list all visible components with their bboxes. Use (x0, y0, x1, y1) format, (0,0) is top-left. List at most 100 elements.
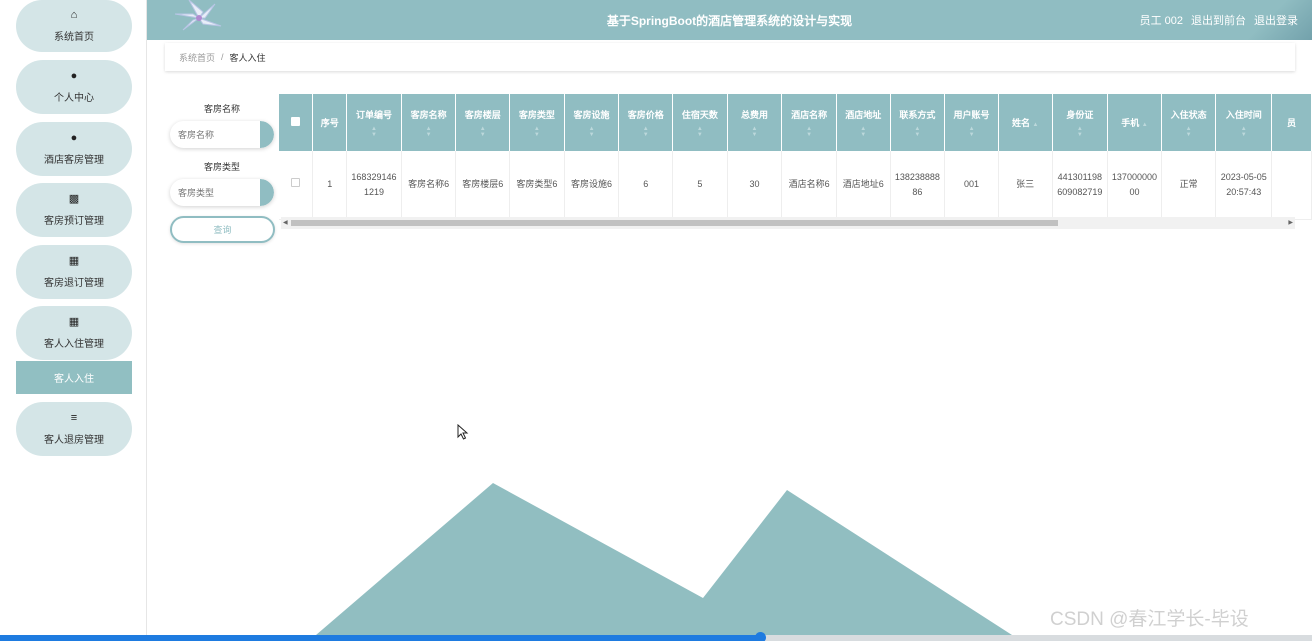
sidebar-item-label: 客人入住管理 (44, 339, 104, 350)
column-header[interactable]: 客房设施 ▲ ▼ (564, 94, 620, 151)
table-cell: 13823888886 (890, 151, 946, 220)
sort-icon[interactable]: ▲ (1142, 122, 1148, 128)
room-type-field[interactable] (170, 179, 274, 206)
sort-icon[interactable]: ▲ ▼ (730, 126, 780, 138)
sort-icon[interactable]: ▲ ▼ (621, 126, 670, 138)
column-header[interactable]: 用户账号 ▲ ▼ (944, 94, 999, 151)
progress-knob[interactable] (754, 632, 766, 641)
sidebar-item-booking[interactable]: ▩ 客房预订管理 (16, 183, 132, 237)
sidebar-item-checkin-mgmt[interactable]: ▦ 客人入住管理 (16, 306, 132, 360)
grid-icon: ▦ (68, 316, 80, 328)
breadcrumb-home[interactable]: 系统首页 (179, 51, 215, 64)
room-name-field[interactable] (170, 121, 274, 148)
table-cell: 客房类型6 (509, 151, 565, 220)
column-header[interactable]: 订单编号 ▲ ▼ (346, 94, 402, 151)
briefcase-icon: ▩ (68, 193, 80, 205)
column-header[interactable]: 联系方式 ▲ ▼ (890, 94, 946, 151)
sort-icon[interactable]: ▲ ▼ (1055, 126, 1106, 138)
column-header[interactable]: 手机 ▲ (1107, 94, 1162, 151)
table-cell (1271, 151, 1312, 220)
table-horizontal-scrollbar[interactable]: ◀ ▶ (281, 217, 1295, 229)
select-all-cell[interactable] (279, 94, 314, 151)
scroll-left-icon[interactable]: ◀ (283, 219, 288, 226)
user-icon: ● (70, 70, 78, 82)
row-checkbox[interactable] (291, 178, 301, 188)
logout-link[interactable]: 退出登录 (1254, 12, 1298, 28)
sort-icon[interactable]: ▲ ▼ (512, 126, 562, 138)
sidebar-item-label: 客房退订管理 (44, 278, 104, 289)
sort-icon[interactable]: ▲ ▼ (839, 126, 888, 138)
column-header[interactable]: 身份证 ▲ ▼ (1052, 94, 1109, 151)
top-header: 基于SpringBoot的酒店管理系统的设计与实现 员工 002 退出到前台 退… (147, 0, 1312, 40)
sidebar-item-label: 酒店客房管理 (44, 155, 104, 166)
row-select-cell[interactable] (279, 151, 314, 220)
column-header[interactable]: 入住时间 ▲ ▼ (1215, 94, 1273, 151)
sort-icon[interactable]: ▲ ▼ (947, 126, 996, 138)
table-cell: 441301198609082719 (1052, 151, 1109, 220)
column-header[interactable]: 总费用 ▲ ▼ (727, 94, 783, 151)
table-cell: 6 (618, 151, 674, 220)
query-button[interactable]: 查询 (170, 216, 275, 243)
column-header[interactable]: 住宿天数 ▲ ▼ (672, 94, 728, 151)
column-header[interactable]: 客房楼层 ▲ ▼ (455, 94, 511, 151)
table-cell: 1 (312, 151, 348, 220)
scrollbar-thumb[interactable] (291, 220, 1058, 226)
progress-fill (0, 635, 761, 641)
column-header[interactable]: 客房类型 ▲ ▼ (509, 94, 565, 151)
room-type-label: 客房类型 (203, 162, 240, 172)
sort-icon[interactable]: ▲ (1032, 122, 1038, 128)
video-progress-bar[interactable] (0, 632, 1312, 641)
sidebar-item-checkout[interactable]: ≡ 客人退房管理 (16, 402, 132, 456)
watermark: CSDN @春江学长-毕设 (1050, 609, 1249, 630)
column-header[interactable]: 客房名称 ▲ ▼ (401, 94, 457, 151)
scroll-right-icon[interactable]: ▶ (1288, 219, 1293, 226)
sort-icon[interactable]: ▲ ▼ (567, 126, 617, 138)
mountain-background (316, 483, 1012, 635)
sidebar-item-label: 系统首页 (54, 32, 94, 43)
sort-icon[interactable]: ▲ ▼ (675, 126, 725, 138)
sidebar-item-cancel[interactable]: ▦ 客房退订管理 (16, 245, 132, 299)
sort-icon[interactable]: ▲ ▼ (1164, 126, 1214, 138)
table-cell: 酒店名称6 (781, 151, 837, 220)
input-cap (260, 121, 274, 148)
sort-icon[interactable]: ▲ ▼ (893, 126, 943, 138)
front-page-link[interactable]: 退出到前台 (1191, 12, 1246, 28)
sort-icon[interactable]: ▲ ▼ (404, 126, 454, 138)
column-header: 员 (1271, 94, 1312, 151)
sidebar-item-profile[interactable]: ● 个人中心 (16, 60, 132, 114)
column-header[interactable]: 酒店名称 ▲ ▼ (781, 94, 837, 151)
sidebar-item-label: 个人中心 (54, 93, 94, 104)
home-icon: ⌂ (70, 9, 78, 21)
column-header[interactable]: 姓名 ▲ (998, 94, 1053, 151)
table-header-row: 序号 订单编号 ▲ ▼ 客房名称 ▲ ▼ 客房楼层 ▲ ▼ 客房类型 ▲ ▼ 客房设施 ▲ ▼ 客房… (279, 94, 1312, 151)
sidebar-item-rooms[interactable]: ● 酒店客房管理 (16, 122, 132, 176)
sort-icon[interactable]: ▲ ▼ (784, 126, 834, 138)
sidebar-subitem-checkin[interactable]: 客人入住 (16, 361, 132, 394)
page-title: 基于SpringBoot的酒店管理系统的设计与实现 (606, 14, 853, 28)
table-cell: 30 (727, 151, 783, 220)
header-user-links: 员工 002 退出到前台 退出登录 (1140, 12, 1298, 28)
room-name-label: 客房名称 (203, 104, 240, 114)
sort-icon[interactable]: ▲ ▼ (349, 126, 399, 138)
room-name-input[interactable] (170, 121, 260, 148)
breadcrumb-separator: / (221, 52, 224, 62)
sidebar-item-home[interactable]: ⌂ 系统首页 (16, 0, 132, 52)
column-header[interactable]: 入住状态 ▲ ▼ (1161, 94, 1217, 151)
table-cell: 13700000000 (1107, 151, 1162, 220)
sidebar: ⌂ 系统首页 ● 个人中心 ● 酒店客房管理 ▩ 客房预订管理 ▦ 客房退订管理… (0, 0, 147, 641)
checkin-table: 序号 订单编号 ▲ ▼ 客房名称 ▲ ▼ 客房楼层 ▲ ▼ 客房类型 ▲ ▼ 客房设施 ▲ ▼ 客房… (279, 94, 1312, 220)
mouse-cursor-icon (457, 424, 469, 440)
room-type-input[interactable] (170, 179, 260, 206)
table-cell: 5 (672, 151, 728, 220)
sort-icon[interactable]: ▲ ▼ (458, 126, 507, 138)
table-cell: 张三 (998, 151, 1053, 220)
table-cell: 酒店地址6 (836, 151, 891, 220)
sort-icon[interactable]: ▲ ▼ (1218, 126, 1269, 138)
sidebar-item-label: 客房预订管理 (44, 216, 104, 227)
select-all-checkbox[interactable] (291, 117, 301, 126)
sliders-icon: ≡ (70, 412, 78, 424)
breadcrumb: 系统首页 / 客人入住 (165, 43, 1295, 71)
column-header[interactable]: 客房价格 ▲ ▼ (618, 94, 674, 151)
table-cell: 客房名称6 (401, 151, 457, 220)
column-header[interactable]: 酒店地址 ▲ ▼ (836, 94, 891, 151)
